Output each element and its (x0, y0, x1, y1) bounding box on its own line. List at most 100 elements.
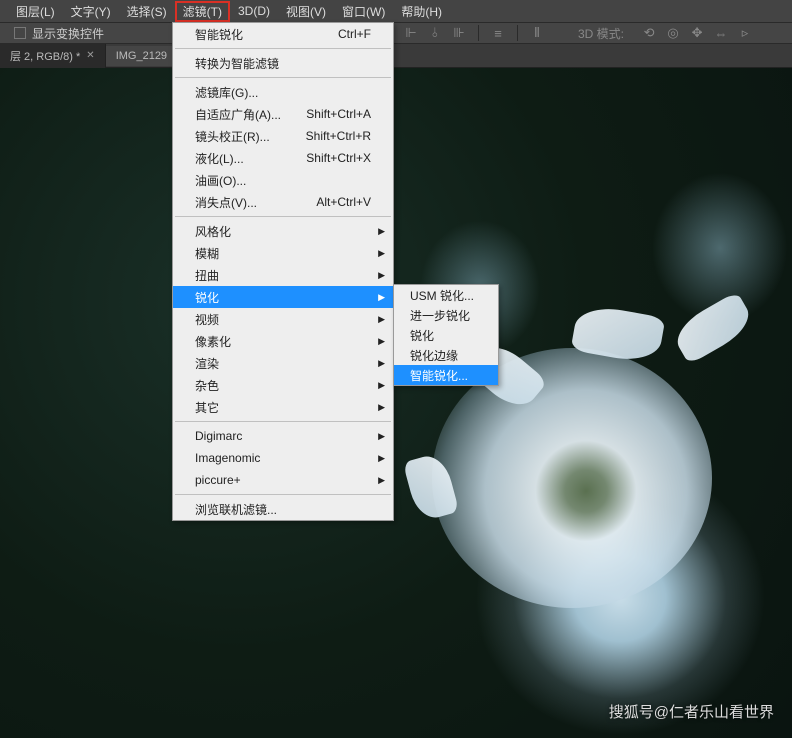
menu-item[interactable]: 智能锐化 Ctrl+F (173, 23, 393, 45)
menu-separator (175, 48, 391, 49)
menu-item[interactable]: 模糊 ▶ (173, 242, 393, 264)
menu-separator (175, 77, 391, 78)
chevron-right-icon: ▶ (378, 270, 385, 281)
chevron-right-icon: ▶ (378, 336, 385, 347)
menu-item[interactable]: 杂色▶ (173, 374, 393, 396)
menu-item[interactable]: 液化(L)... Shift+Ctrl+X (173, 147, 393, 169)
menu-item-label: 其它 (195, 399, 219, 416)
3d-slide-icon[interactable]: ⇔ (711, 24, 731, 42)
transform-controls-checkbox[interactable] (14, 27, 26, 39)
menu-item[interactable]: 滤镜库(G)... (173, 81, 393, 103)
menu-item[interactable]: 镜头校正(R)... Shift+Ctrl+R (173, 125, 393, 147)
menu-item-label: 杂色 (195, 377, 219, 394)
menu-shortcut: Shift+Ctrl+X (306, 151, 371, 165)
menu-item-label: 转换为智能滤镜 (195, 55, 279, 72)
chevron-right-icon: ▶ (378, 292, 385, 303)
menu-item[interactable]: 像素化 ▶ (173, 330, 393, 352)
submenu-item[interactable]: 锐化 (394, 325, 498, 345)
menu-view[interactable]: 视图(V) (278, 1, 334, 22)
menu-filter[interactable]: 滤镜(T) (175, 1, 230, 22)
distribute-icon-2[interactable]: ⫴ (527, 24, 547, 42)
document-tab-1[interactable]: 层 2, RGB/8) * ✕ (0, 44, 106, 68)
submenu-item[interactable]: 进一步锐化 (394, 305, 498, 325)
menu-separator (175, 216, 391, 217)
menu-item-label: 浏览联机滤镜... (195, 501, 277, 518)
menu-item[interactable]: 转换为智能滤镜 (173, 52, 393, 74)
chevron-right-icon: ▶ (378, 453, 385, 464)
tab-label: 层 2, RGB/8) * (10, 48, 80, 64)
menu-item-label: 自适应广角(A)... (195, 106, 281, 123)
menu-item-label: Digimarc (195, 429, 242, 443)
menu-shortcut: Shift+Ctrl+R (306, 129, 371, 143)
image-content (432, 348, 712, 608)
separator (478, 25, 479, 41)
menu-item[interactable]: 自适应广角(A)... Shift+Ctrl+A (173, 103, 393, 125)
menu-item[interactable]: 视频▶ (173, 308, 393, 330)
separator (517, 25, 518, 41)
menu-item-label: 模糊 (195, 245, 219, 262)
menu-item-label: 消失点(V)... (195, 194, 257, 211)
submenu-item[interactable]: 锐化边缘 (394, 345, 498, 365)
menu-item[interactable]: 浏览联机滤镜... (173, 498, 393, 520)
menu-item[interactable]: 锐化 ▶ (173, 286, 393, 308)
watermark: 搜狐号@仁者乐山看世界 (609, 701, 774, 722)
menu-item-label: 扭曲 (195, 267, 219, 284)
menu-item[interactable]: 扭曲 ▶ (173, 264, 393, 286)
menu-item-label: 锐化 (195, 289, 219, 306)
align-icon-1[interactable]: ⊩ (401, 24, 421, 42)
menu-3d[interactable]: 3D(D) (230, 2, 278, 20)
3d-zoom-icon[interactable]: ▹ (735, 24, 755, 42)
menu-item[interactable]: 风格化▶ (173, 220, 393, 242)
3d-roll-icon[interactable]: ◎ (663, 24, 683, 42)
menu-item-label: piccure+ (195, 473, 241, 487)
align-icon-3[interactable]: ⊪ (449, 24, 469, 42)
options-toolbar: 显示变换控件 ⊩ ⫰ ⊪ ≡ ⫴ 3D 模式: ⟲ ◎ ✥ ⇔ ▹ (0, 22, 792, 44)
chevron-right-icon: ▶ (378, 248, 385, 259)
menu-item[interactable]: Digimarc ▶ (173, 425, 393, 447)
mode3d-label: 3D 模式: (578, 25, 624, 42)
menu-item-label: 油画(O)... (195, 172, 246, 189)
document-tab-2[interactable]: IMG_2129 (106, 46, 178, 66)
menu-item[interactable]: Imagenomic ▶ (173, 447, 393, 469)
distribute-icon-1[interactable]: ≡ (488, 24, 508, 42)
menu-layer[interactable]: 图层(L) (8, 1, 63, 22)
tab-label: IMG_2129 (116, 50, 167, 62)
menu-item-label: 智能锐化 (195, 26, 243, 43)
align-icon-2[interactable]: ⫰ (425, 24, 445, 42)
menu-item[interactable]: 渲染▶ (173, 352, 393, 374)
menu-item-label: Imagenomic (195, 451, 260, 465)
menu-help[interactable]: 帮助(H) (393, 1, 450, 22)
chevron-right-icon: ▶ (378, 431, 385, 442)
menu-item[interactable]: piccure+ ▶ (173, 469, 393, 491)
transform-controls-label: 显示变换控件 (32, 25, 104, 42)
menu-separator (175, 421, 391, 422)
3d-orbit-icon[interactable]: ⟲ (639, 24, 659, 42)
menu-item-label: 液化(L)... (195, 150, 244, 167)
menu-separator (175, 494, 391, 495)
menu-shortcut: Ctrl+F (338, 27, 371, 41)
menu-shortcut: Shift+Ctrl+A (306, 107, 371, 121)
filter-dropdown-menu: 智能锐化 Ctrl+F 转换为智能滤镜滤镜库(G)... 自适应广角(A)... Shi… (172, 22, 394, 521)
menu-text[interactable]: 文字(Y) (63, 1, 119, 22)
canvas-area[interactable] (0, 68, 792, 738)
menu-select[interactable]: 选择(S) (119, 1, 175, 22)
chevron-right-icon: ▶ (378, 475, 385, 486)
chevron-right-icon: ▶ (378, 226, 385, 237)
menu-item-label: 镜头校正(R)... (195, 128, 270, 145)
chevron-right-icon: ▶ (378, 314, 385, 325)
3d-pan-icon[interactable]: ✥ (687, 24, 707, 42)
menu-item[interactable]: 油画(O)... (173, 169, 393, 191)
document-tabs: 层 2, RGB/8) * ✕ IMG_2129 (0, 44, 792, 68)
menu-item-label: 滤镜库(G)... (195, 84, 258, 101)
submenu-item[interactable]: USM 锐化... (394, 285, 498, 305)
menu-item-label: 像素化 (195, 333, 231, 350)
menu-window[interactable]: 窗口(W) (334, 1, 393, 22)
menu-item[interactable]: 其它 ▶ (173, 396, 393, 418)
menu-shortcut: Alt+Ctrl+V (316, 195, 371, 209)
submenu-item[interactable]: 智能锐化... (394, 365, 498, 385)
chevron-right-icon: ▶ (378, 402, 385, 413)
menu-item-label: 渲染 (195, 355, 219, 372)
image-content (669, 291, 757, 365)
menu-item[interactable]: 消失点(V)... Alt+Ctrl+V (173, 191, 393, 213)
close-icon[interactable]: ✕ (86, 50, 94, 61)
